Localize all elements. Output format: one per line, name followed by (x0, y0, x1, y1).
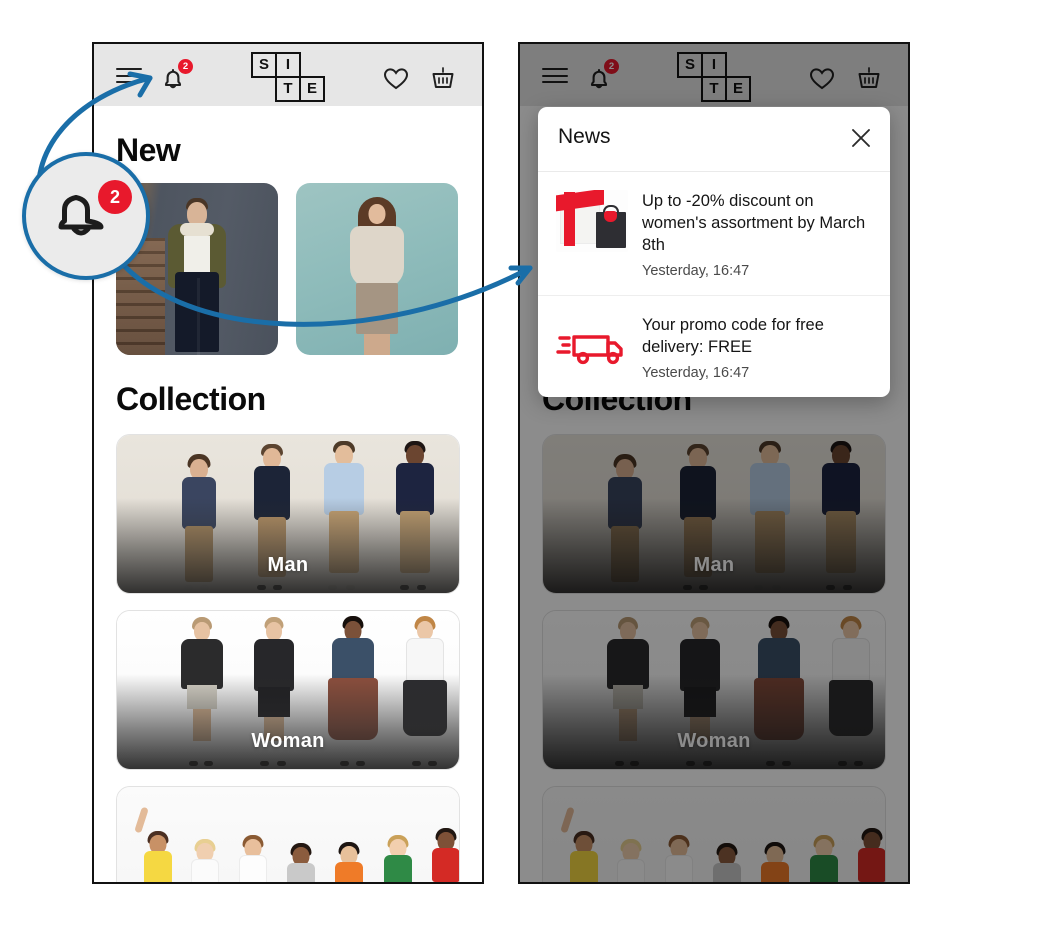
collection-card-man[interactable]: Man (116, 434, 460, 594)
news-item-title: Up to -20% discount on women's assortmen… (642, 192, 866, 254)
news-list-item[interactable]: Your promo code for free delivery: FREE … (538, 296, 890, 397)
logo-cell-i: I (275, 52, 301, 78)
news-item-text: Up to -20% discount on women's assortmen… (642, 190, 872, 279)
new-item-card[interactable] (296, 183, 458, 355)
gift-box-and-shopping-bag-icon (556, 190, 628, 252)
hamburger-menu-icon[interactable] (116, 68, 142, 84)
new-item-photo-woman (296, 183, 458, 355)
delivery-truck-icon (556, 314, 628, 376)
magnified-bell-callout: 2 (22, 152, 150, 280)
magnified-bell-badge: 2 (98, 180, 132, 214)
news-popup: News Up to -20% discount on women's asso… (538, 107, 890, 397)
site-logo[interactable]: S I T E (251, 52, 325, 102)
card-gradient-overlay (117, 674, 459, 769)
news-item-time: Yesterday, 16:47 (642, 365, 750, 381)
collection-card-woman[interactable]: Woman (116, 610, 460, 770)
basket-icon[interactable] (428, 63, 458, 93)
screenshot-stage: 2 S I T E New Collection Man Woman 2 S I… (0, 0, 1039, 926)
app-screen-default: 2 S I T E New Collection Man Woman (94, 44, 482, 882)
new-items-row (116, 183, 482, 355)
news-list-item[interactable]: Up to -20% discount on women's assortmen… (538, 172, 890, 296)
card-gradient-overlay (117, 498, 459, 593)
logo-cell-e: E (299, 76, 325, 102)
news-popup-title: News (558, 125, 611, 148)
close-x-icon[interactable] (848, 125, 874, 151)
section-title-new: New (116, 132, 181, 168)
collection-card-label: Man (267, 554, 309, 576)
news-item-time: Yesterday, 16:47 (642, 263, 750, 279)
logo-cell-t: T (275, 76, 301, 102)
news-item-text: Your promo code for free delivery: FREE … (642, 314, 872, 381)
news-item-title: Your promo code for free delivery: FREE (642, 316, 824, 356)
news-popup-header: News (538, 107, 890, 172)
collection-card-label: Woman (251, 730, 325, 752)
bell-badge-count: 2 (178, 59, 193, 74)
heart-icon[interactable] (382, 64, 410, 92)
app-header: 2 S I T E (94, 44, 482, 106)
section-title-collection: Collection (116, 381, 266, 417)
app-screen-with-news-popup: 2 S I T E Collection Man Woman News Up t… (520, 44, 908, 882)
phone-frame-right: 2 S I T E Collection Man Woman News Up t… (518, 42, 910, 884)
notification-bell-icon[interactable]: 2 (156, 59, 193, 96)
collection-photo-kids (117, 787, 459, 882)
app-content: New Collection (94, 106, 482, 882)
collection-card-kids[interactable] (116, 786, 460, 882)
phone-frame-left: 2 S I T E New Collection Man Woman (92, 42, 484, 884)
logo-cell-s: S (251, 52, 277, 78)
